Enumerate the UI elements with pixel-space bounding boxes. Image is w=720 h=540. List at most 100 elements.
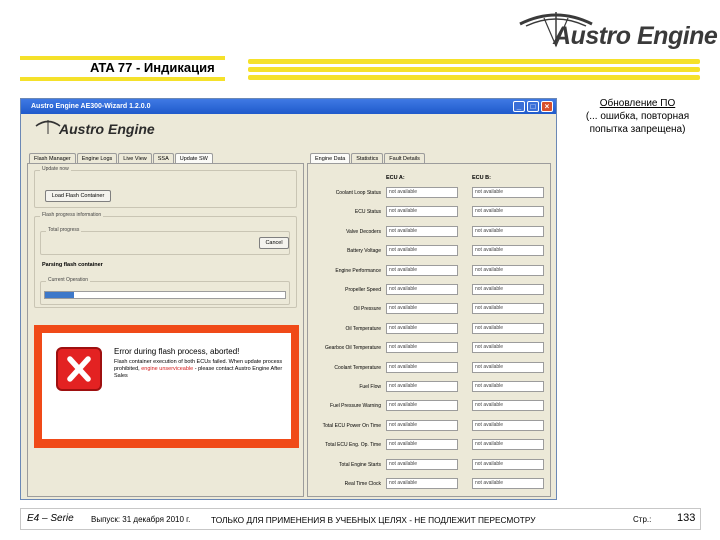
flash-progress-group-label: Flash progress information: [40, 212, 104, 218]
callout-title: Обновление ПО: [599, 98, 676, 109]
ecu-a-value-field: not available: [386, 478, 458, 489]
error-message-warning: engine unserviceable: [141, 366, 194, 372]
ecu-row: Total ECU Power On Time not available not …: [308, 419, 550, 438]
ecu-row-label: Battery Voltage: [347, 248, 381, 255]
ecu-b-value-field: not available: [472, 284, 544, 295]
ecu-row: Engine Performance not available not avail…: [308, 264, 550, 283]
page-title: ATA 77 - Индикация: [90, 60, 215, 75]
current-operation-groupbox: Current Operation: [40, 277, 290, 305]
load-flash-container-button[interactable]: Load Flash Container: [45, 190, 111, 202]
ecu-row-label: Fuel Flow: [359, 384, 381, 390]
ecu-row-label: Coolant Loop Status: [335, 190, 381, 196]
current-operation-label: Current Operation: [46, 277, 91, 283]
ecu-a-value-field: not available: [386, 225, 458, 237]
header-stripe: [248, 75, 700, 80]
ecu-row-label: Gearbox Oil Temperature: [324, 345, 381, 352]
ecu-a-value-field: not available: [386, 361, 458, 373]
ecu-b-value-field: not available: [472, 225, 544, 237]
ecu-row-label: ECU Status: [354, 209, 381, 216]
ecu-row-label: Valve Decoders: [346, 228, 381, 235]
ecu-b-value-field: not available: [472, 206, 544, 218]
error-icon: [56, 347, 102, 391]
ecu-row-label: Coolant Temperature: [334, 364, 381, 371]
footer-series: E4 – Serie: [27, 513, 74, 524]
ecu-row-label: Fuel Pressure Warning: [330, 403, 381, 410]
ecu-b-header: ECU B:: [472, 175, 491, 181]
ecu-b-value-field: not available: [472, 303, 544, 315]
footer-page-label: Стр.:: [633, 515, 652, 524]
ecu-row-label: Total ECU Power On Time: [322, 422, 381, 429]
ecu-row-label: Oil Temperature: [345, 325, 381, 332]
ecu-row: Gearbox Oil Temperature not available not …: [308, 341, 550, 360]
app-window: Austro Engine AE300-Wizard 1.2.0.0 _ □ ×…: [20, 98, 557, 500]
ecu-b-value-field: not available: [472, 439, 544, 451]
window-titlebar[interactable]: Austro Engine AE300-Wizard 1.2.0.0 _ □ ×: [21, 99, 556, 114]
ecu-row-label: Real Time Clock: [344, 481, 381, 487]
cancel-button[interactable]: Cancel: [259, 237, 289, 249]
header-bar-bottom: [20, 77, 225, 81]
total-progress-label: Total progress: [46, 227, 82, 233]
slide-footer: E4 – Serie Выпуск: 31 декабря 2010 г. ТО…: [20, 508, 701, 530]
ecu-row: Valve Decoders not available not available: [308, 225, 550, 244]
ecu-row: Oil Temperature not available not availabl…: [308, 322, 550, 341]
callout-text: (... ошибка, повторная попытка запрещена…: [585, 111, 690, 135]
ecu-row-label: Propeller Speed: [345, 287, 381, 293]
ecu-b-value-field: not available: [472, 381, 544, 392]
update-groupbox: Update now Load Flash Container: [34, 166, 297, 208]
ecu-a-value-field: not available: [386, 187, 458, 198]
current-operation-progress: [44, 291, 286, 299]
total-progress-groupbox: Total progress: [40, 227, 290, 255]
ecu-a-value-field: not available: [386, 400, 458, 412]
ecu-a-value-field: not available: [386, 245, 458, 257]
app-logo-icon: [35, 120, 61, 134]
error-dialog: Error during flash process, aborted! Fla…: [42, 333, 291, 439]
close-button[interactable]: ×: [541, 101, 553, 112]
ecu-a-value-field: not available: [386, 458, 458, 470]
minimize-button[interactable]: _: [513, 101, 525, 112]
error-message: Flash container execution of both ECUs f…: [114, 359, 284, 380]
error-message-contact: - please contact Austro Engine After Sal…: [114, 366, 283, 379]
ecu-row: Fuel Pressure Warning not available not av…: [308, 399, 550, 418]
update-group-label: Update now: [40, 166, 71, 172]
header-stripe: [248, 59, 700, 64]
error-dialog-frame: Error during flash process, aborted! Fla…: [34, 325, 299, 448]
ecu-a-value-field: not available: [386, 419, 458, 431]
ecu-b-value-field: not available: [472, 419, 544, 431]
ecu-b-value-field: not available: [472, 187, 544, 198]
callout-note: Обновление ПО (... ошибка, повторная поп…: [580, 97, 695, 136]
ecu-row: Real Time Clock not available not availabl…: [308, 477, 550, 496]
footer-disclaimer: ТОЛЬКО ДЛЯ ПРИМЕНЕНИЯ В УЧЕБНЫХ ЦЕЛЯХ - …: [211, 515, 536, 525]
ecu-row: Total ECU Eng. Op. Time not available not …: [308, 438, 550, 457]
error-title: Error during flash process, aborted!: [114, 347, 240, 356]
footer-page-number: 133: [677, 512, 696, 524]
ecu-row: Coolant Loop Status not available not avai…: [308, 186, 550, 205]
ecu-a-value-field: not available: [386, 303, 458, 315]
brand-name: Austro Engine: [553, 22, 718, 50]
progress-fill: [45, 292, 74, 298]
flash-progress-groupbox: Flash progress information Total progres…: [34, 212, 297, 308]
ecu-b-value-field: not available: [472, 264, 544, 276]
ecu-b-value-field: not available: [472, 478, 544, 489]
window-controls: _ □ ×: [513, 101, 553, 112]
ecu-row-label: Total ECU Eng. Op. Time: [325, 442, 381, 449]
ecu-a-value-field: not available: [386, 322, 458, 334]
ecu-row: Oil Pressure not available not available: [308, 302, 550, 321]
ecu-a-value-field: not available: [386, 206, 458, 218]
ecu-a-value-field: not available: [386, 284, 458, 295]
app-logo: Austro Engine: [59, 121, 155, 137]
footer-issue-date: Выпуск: 31 декабря 2010 г.: [91, 515, 191, 524]
ecu-a-header: ECU A:: [386, 175, 405, 181]
maximize-button[interactable]: □: [527, 101, 539, 112]
ecu-row-label: Engine Performance: [335, 267, 381, 274]
ecu-b-value-field: not available: [472, 400, 544, 412]
ecu-a-value-field: not available: [386, 381, 458, 392]
ecu-b-value-field: not available: [472, 361, 544, 373]
ecu-row: Battery Voltage not available not availabl…: [308, 244, 550, 263]
ecu-row: Propeller Speed not available not availabl…: [308, 283, 550, 302]
header-stripe: [248, 67, 700, 72]
ecu-row-label: Oil Pressure: [353, 306, 381, 313]
ecu-row: ECU Status not available not available: [308, 205, 550, 224]
ecu-a-value-field: not available: [386, 342, 458, 354]
ecu-b-value-field: not available: [472, 458, 544, 470]
window-title: Austro Engine AE300-Wizard 1.2.0.0: [31, 103, 151, 110]
